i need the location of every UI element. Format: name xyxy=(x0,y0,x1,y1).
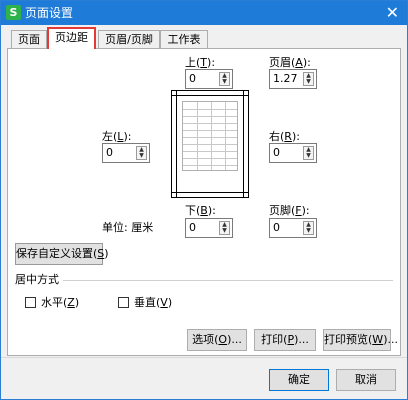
tab-worksheet[interactable]: 工作表 xyxy=(160,30,208,49)
spin-down-icon[interactable]: ▼ xyxy=(137,153,146,159)
left-margin-label: 左(L): xyxy=(102,130,132,143)
centering-divider xyxy=(63,280,393,281)
tab-header-footer-label: 页眉/页脚 xyxy=(105,33,153,46)
tab-header-footer[interactable]: 页眉/页脚 xyxy=(98,30,160,49)
header-margin-value: 1.27 xyxy=(273,72,298,85)
footer-margin-spin-buttons: ▲ ▼ xyxy=(303,221,314,235)
centering-section-title: 居中方式 xyxy=(15,273,59,286)
bottom-margin-spin-buttons: ▲ ▼ xyxy=(219,221,230,235)
footer-margin-spinner[interactable]: 0 ▲ ▼ xyxy=(269,218,317,238)
center-horizontal-checkbox[interactable] xyxy=(25,297,36,308)
spin-down-icon[interactable]: ▼ xyxy=(220,79,229,85)
tab-margins[interactable]: 页边距 xyxy=(47,27,96,49)
right-margin-spinner[interactable]: 0 ▲ ▼ xyxy=(269,143,317,163)
left-margin-spin-buttons: ▲ ▼ xyxy=(136,146,147,160)
bottom-margin-spinner[interactable]: 0 ▲ ▼ xyxy=(185,218,233,238)
spin-down-icon[interactable]: ▼ xyxy=(220,228,229,234)
top-margin-spin-buttons: ▲ ▼ xyxy=(219,72,230,86)
footer-margin-value: 0 xyxy=(273,221,280,234)
print-button[interactable]: 打印(P)... xyxy=(254,329,316,351)
footer-divider xyxy=(1,357,407,358)
spin-down-icon[interactable]: ▼ xyxy=(304,228,313,234)
preview-sheet-grid xyxy=(182,101,238,171)
header-margin-spin-buttons: ▲ ▼ xyxy=(303,72,314,86)
dialog-title: 页面设置 xyxy=(25,6,74,20)
header-margin-label: 页眉(A): xyxy=(269,56,311,69)
center-horizontal-label: 水平(Z) xyxy=(41,296,80,309)
bottom-margin-label: 下(B): xyxy=(185,204,216,217)
left-margin-value: 0 xyxy=(106,146,113,159)
right-margin-value: 0 xyxy=(273,146,280,159)
right-margin-label: 右(R): xyxy=(269,130,300,143)
top-margin-value: 0 xyxy=(189,72,196,85)
footer-margin-label: 页脚(F): xyxy=(269,204,310,217)
app-icon: S xyxy=(6,5,21,20)
tab-page-label: 页面 xyxy=(18,33,40,46)
bottom-margin-value: 0 xyxy=(189,221,196,234)
preview-left-margin-line xyxy=(176,91,177,197)
spin-down-icon[interactable]: ▼ xyxy=(304,79,313,85)
preview-top-margin-line xyxy=(172,95,248,96)
preview-right-margin-line xyxy=(243,91,244,197)
unit-label: 单位: 厘米 xyxy=(102,221,154,234)
top-margin-label: 上(T): xyxy=(185,56,216,69)
center-vertical-checkbox[interactable] xyxy=(118,297,129,308)
spin-down-icon[interactable]: ▼ xyxy=(304,153,313,159)
header-margin-spinner[interactable]: 1.27 ▲ ▼ xyxy=(269,69,317,89)
save-custom-settings-button[interactable]: 保存自定义设置(S) xyxy=(15,243,109,265)
tab-worksheet-label: 工作表 xyxy=(167,33,201,46)
options-button[interactable]: 选项(O)... xyxy=(187,329,247,351)
cancel-button[interactable]: 取消 xyxy=(336,369,396,391)
left-margin-spinner[interactable]: 0 ▲ ▼ xyxy=(102,143,150,163)
tab-page[interactable]: 页面 xyxy=(11,30,47,49)
tab-margins-label: 页边距 xyxy=(55,31,88,44)
page-preview xyxy=(171,90,249,198)
print-preview-button[interactable]: 打印预览(W)... xyxy=(323,329,398,351)
top-margin-spinner[interactable]: 0 ▲ ▼ xyxy=(185,69,233,89)
preview-bottom-margin-line xyxy=(172,192,248,193)
close-icon[interactable]: ✕ xyxy=(386,3,399,23)
ok-button[interactable]: 确定 xyxy=(269,369,329,391)
title-bar: S 页面设置 ✕ xyxy=(1,1,407,25)
right-margin-spin-buttons: ▲ ▼ xyxy=(303,146,314,160)
page-setup-dialog: S 页面设置 ✕ 页面 页边距 页眉/页脚 工作表 上(T): 0 ▲ ▼ 页眉… xyxy=(0,0,408,400)
center-vertical-label: 垂直(V) xyxy=(134,296,173,309)
